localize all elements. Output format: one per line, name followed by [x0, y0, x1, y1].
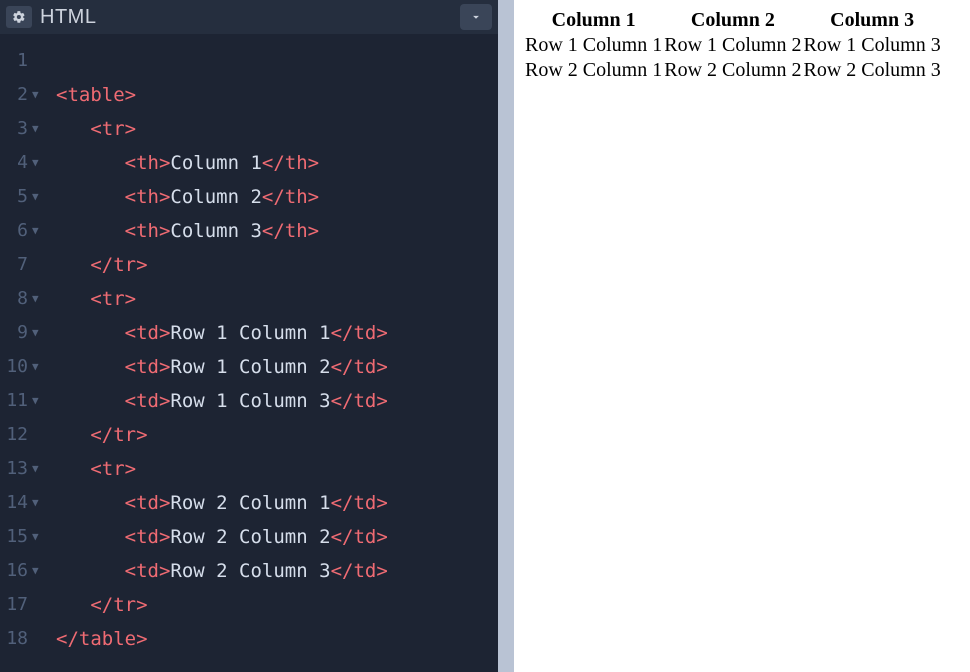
editor-header: HTML [0, 0, 498, 34]
table-cell: Row 2 Column 1 [524, 58, 663, 83]
pane-divider[interactable] [498, 0, 514, 672]
gear-icon [12, 10, 26, 24]
table-cell: Row 2 Column 2 [663, 58, 802, 83]
fold-toggle-icon[interactable]: ▼ [32, 146, 46, 180]
fold-toggle-icon[interactable]: ▼ [32, 384, 46, 418]
line-number: 11▼ [0, 384, 46, 418]
fold-toggle-icon[interactable]: ▼ [32, 112, 46, 146]
code-line[interactable]: <td>Row 1 Column 3</td> [56, 384, 498, 418]
line-number: 18 [0, 622, 46, 656]
table-cell: Row 1 Column 1 [524, 33, 663, 58]
code-line[interactable]: <tr> [56, 112, 498, 146]
line-number: 7 [0, 248, 46, 282]
line-number: 4▼ [0, 146, 46, 180]
line-number: 17 [0, 588, 46, 622]
code-line[interactable]: <th>Column 1</th> [56, 146, 498, 180]
code-line[interactable]: <td>Row 2 Column 1</td> [56, 486, 498, 520]
line-number: 2▼ [0, 78, 46, 112]
line-number: 12 [0, 418, 46, 452]
line-number: 13▼ [0, 452, 46, 486]
line-number: 6▼ [0, 214, 46, 248]
table-header-row: Column 1Column 2Column 3 [524, 8, 942, 33]
fold-toggle-icon[interactable]: ▼ [32, 486, 46, 520]
code-line[interactable]: <td>Row 2 Column 3</td> [56, 554, 498, 588]
code-line[interactable]: <td>Row 1 Column 1</td> [56, 316, 498, 350]
table-header-cell: Column 1 [524, 8, 663, 33]
code-editor[interactable]: 12▼3▼4▼5▼6▼78▼9▼10▼11▼1213▼14▼15▼16▼1718… [0, 34, 498, 672]
table-row: Row 1 Column 1Row 1 Column 2Row 1 Column… [524, 33, 942, 58]
fold-toggle-icon[interactable]: ▼ [32, 554, 46, 588]
table-header-cell: Column 2 [663, 8, 802, 33]
code-line[interactable]: <td>Row 1 Column 2</td> [56, 350, 498, 384]
line-number: 16▼ [0, 554, 46, 588]
line-number: 15▼ [0, 520, 46, 554]
line-number: 5▼ [0, 180, 46, 214]
code-line[interactable]: <th>Column 3</th> [56, 214, 498, 248]
line-number: 9▼ [0, 316, 46, 350]
line-number: 10▼ [0, 350, 46, 384]
table-header-cell: Column 3 [803, 8, 942, 33]
table-cell: Row 2 Column 3 [803, 58, 942, 83]
code-line[interactable]: <tr> [56, 282, 498, 316]
chevron-down-icon [469, 10, 483, 24]
language-label: HTML [40, 6, 460, 29]
code-content[interactable]: <table> <tr> <th>Column 1</th> <th>Colum… [56, 44, 498, 672]
fold-toggle-icon[interactable]: ▼ [32, 78, 46, 112]
preview-pane: Column 1Column 2Column 3 Row 1 Column 1R… [514, 0, 970, 672]
code-line[interactable]: <td>Row 2 Column 2</td> [56, 520, 498, 554]
fold-toggle-icon[interactable]: ▼ [32, 520, 46, 554]
code-line[interactable]: </tr> [56, 248, 498, 282]
code-line[interactable]: </tr> [56, 418, 498, 452]
code-line[interactable]: <tr> [56, 452, 498, 486]
table-cell: Row 1 Column 3 [803, 33, 942, 58]
code-line[interactable]: </table> [56, 622, 498, 656]
code-line[interactable] [56, 44, 498, 78]
fold-toggle-icon[interactable]: ▼ [32, 350, 46, 384]
table-cell: Row 1 Column 2 [663, 33, 802, 58]
fold-toggle-icon[interactable]: ▼ [32, 452, 46, 486]
code-line[interactable]: <th>Column 2</th> [56, 180, 498, 214]
fold-toggle-icon[interactable]: ▼ [32, 282, 46, 316]
editor-pane: HTML 12▼3▼4▼5▼6▼78▼9▼10▼11▼1213▼14▼15▼16… [0, 0, 498, 672]
line-number: 1 [0, 44, 46, 78]
settings-button[interactable] [6, 6, 32, 28]
preview-table: Column 1Column 2Column 3 Row 1 Column 1R… [524, 8, 942, 83]
fold-toggle-icon[interactable]: ▼ [32, 180, 46, 214]
table-row: Row 2 Column 1Row 2 Column 2Row 2 Column… [524, 58, 942, 83]
code-line[interactable]: <table> [56, 78, 498, 112]
line-number: 14▼ [0, 486, 46, 520]
line-number: 8▼ [0, 282, 46, 316]
fold-toggle-icon[interactable]: ▼ [32, 316, 46, 350]
panel-dropdown-button[interactable] [460, 4, 492, 30]
fold-toggle-icon[interactable]: ▼ [32, 214, 46, 248]
line-gutter: 12▼3▼4▼5▼6▼78▼9▼10▼11▼1213▼14▼15▼16▼1718 [0, 44, 56, 672]
line-number: 3▼ [0, 112, 46, 146]
code-line[interactable]: </tr> [56, 588, 498, 622]
